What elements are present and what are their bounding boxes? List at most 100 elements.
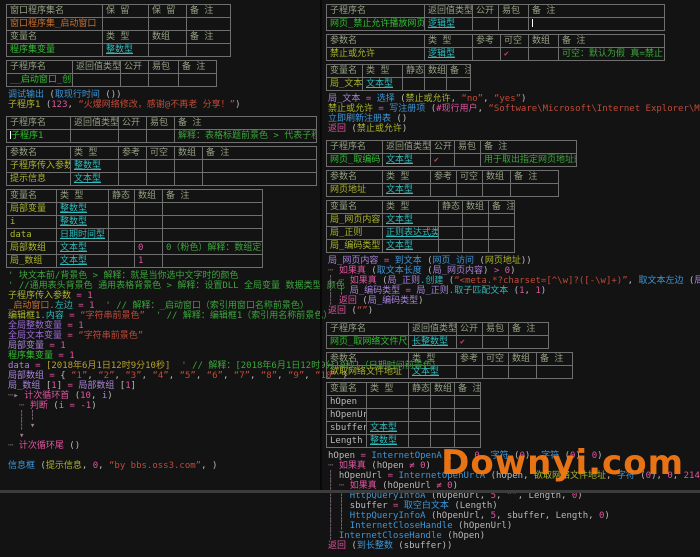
- code-line[interactable]: 返回 (“”): [328, 306, 698, 316]
- table-cell[interactable]: 子程序名: [7, 117, 71, 130]
- code-line[interactable]: ┆ ┆ sbuffer = 取空白文本 (Length): [328, 501, 698, 511]
- code-line[interactable]: ┆ ┄ 如果真 (局_正则.创建 (“<meta.*?charset=[^\w]…: [328, 276, 698, 286]
- table-cell[interactable]: 公开: [119, 117, 147, 130]
- table-cell[interactable]: 备 注: [489, 201, 515, 214]
- table-cell[interactable]: [403, 78, 425, 91]
- table-cell[interactable]: 备 注: [511, 171, 559, 184]
- table-cell[interactable]: [203, 173, 317, 186]
- table-cell[interactable]: 变量名: [327, 65, 363, 78]
- table-cell[interactable]: 文本型: [383, 240, 439, 253]
- table-cell[interactable]: 窗口程序集_启动窗口: [7, 18, 103, 31]
- table-cell[interactable]: 变量名: [327, 383, 367, 396]
- table-cell[interactable]: 局部变量: [7, 203, 57, 216]
- table-cell[interactable]: 易包: [149, 61, 179, 74]
- table-cell[interactable]: 局_编码类型: [327, 240, 383, 253]
- table-cell[interactable]: [149, 44, 187, 57]
- table-cell[interactable]: 变量名: [7, 190, 57, 203]
- table-cell[interactable]: 参考: [457, 353, 483, 366]
- table-cell[interactable]: [439, 227, 463, 240]
- table-cell[interactable]: 类 型: [57, 190, 109, 203]
- table-cell[interactable]: [147, 130, 175, 143]
- table-cell[interactable]: 类 型: [103, 31, 149, 44]
- table-cell[interactable]: [511, 184, 559, 197]
- table-cell[interactable]: 公开: [431, 141, 455, 154]
- table-cell[interactable]: [149, 18, 187, 31]
- table-cell[interactable]: 静态: [109, 190, 135, 203]
- table-cell[interactable]: 备 注: [163, 190, 263, 203]
- table-cell[interactable]: 1: [135, 255, 163, 268]
- table-cell[interactable]: 参数名: [327, 353, 409, 366]
- table-cell[interactable]: 程序集变量: [7, 44, 103, 57]
- table-cell[interactable]: [147, 160, 175, 173]
- table-cell[interactable]: [409, 435, 431, 448]
- table-cell[interactable]: 可空：默认为假 真=禁止 假=允许: [559, 48, 665, 61]
- table-cell[interactable]: 网页_取编码: [327, 154, 383, 167]
- table-cell[interactable]: [463, 227, 489, 240]
- table-cell[interactable]: [473, 18, 499, 31]
- table-cell[interactable]: [473, 48, 501, 61]
- table-cell[interactable]: [179, 74, 217, 87]
- code-line[interactable]: 返回 (禁止或允许): [328, 124, 698, 134]
- code-line[interactable]: 返回 (到长整数 (sbuffer)): [328, 541, 698, 551]
- code-line[interactable]: [8, 451, 320, 461]
- table-cell[interactable]: 整数型: [367, 435, 409, 448]
- table-cell[interactable]: 类 型: [409, 353, 457, 366]
- code-line[interactable]: 全局整数变量 = 1: [8, 321, 320, 331]
- table-cell[interactable]: [109, 242, 135, 255]
- table-cell[interactable]: 整数型: [103, 44, 149, 57]
- table-cell[interactable]: 易包: [483, 323, 509, 336]
- code-line[interactable]: 禁止或允许 = 写注册项 (#现行用户, “Software\Microsoft…: [328, 104, 698, 114]
- table-cell[interactable]: [409, 422, 431, 435]
- table-cell[interactable]: 数组: [135, 190, 163, 203]
- code-line[interactable]: 调试输出 (取现行时间 ()): [8, 90, 320, 100]
- table-cell[interactable]: 静态: [403, 65, 425, 78]
- table-cell[interactable]: 整数型: [71, 160, 119, 173]
- table-cell[interactable]: [119, 130, 147, 143]
- table-cell[interactable]: [409, 409, 431, 422]
- table-cell[interactable]: 备 注: [559, 35, 665, 48]
- table-cell[interactable]: 备 注: [179, 61, 217, 74]
- table-cell[interactable]: hOpen: [327, 396, 367, 409]
- table-cell[interactable]: [455, 396, 481, 409]
- table-cell[interactable]: Length: [327, 435, 367, 448]
- code-line[interactable]: 局_数组 [1] = 局部数组 [1]: [8, 381, 320, 391]
- code-line[interactable]: 立即刷新注册表 (): [328, 114, 698, 124]
- table-cell[interactable]: 子程序名: [7, 61, 73, 74]
- table-cell[interactable]: 可空: [457, 171, 483, 184]
- table-cell[interactable]: 返回值类型: [383, 141, 431, 154]
- table-cell[interactable]: ✔: [457, 336, 483, 349]
- table-cell[interactable]: [529, 48, 559, 61]
- table-cell[interactable]: [163, 255, 263, 268]
- code-line[interactable]: 局部变量 = 1: [8, 341, 320, 351]
- table-cell[interactable]: __启动窗口_创建完毕: [7, 74, 73, 87]
- table-cell[interactable]: [135, 216, 163, 229]
- table-cell[interactable]: [489, 240, 515, 253]
- table-cell[interactable]: 网页_取网络文件尺寸: [327, 336, 409, 349]
- table-cell[interactable]: [203, 160, 317, 173]
- table-cell[interactable]: 用于取出指定网页地址的编码: [481, 154, 577, 167]
- code-line[interactable]: 局_文本 = 选择 (禁止或允许, “no”, “yes”): [328, 94, 698, 104]
- table-cell[interactable]: 局_数组: [7, 255, 57, 268]
- table-cell[interactable]: 类 型: [363, 65, 403, 78]
- table-cell[interactable]: [367, 409, 409, 422]
- table-cell[interactable]: 备 注: [481, 141, 577, 154]
- table-cell[interactable]: 文本型: [383, 214, 439, 227]
- table-cell[interactable]: [121, 74, 149, 87]
- table-cell[interactable]: [455, 154, 481, 167]
- table-cell[interactable]: [409, 396, 431, 409]
- code-line[interactable]: 子程序传入参数 = 1: [8, 291, 320, 301]
- table-cell[interactable]: ✔: [431, 154, 455, 167]
- table-cell[interactable]: 返回值类型: [425, 5, 473, 18]
- table-cell[interactable]: 文本型: [363, 78, 403, 91]
- table-cell[interactable]: [483, 366, 509, 379]
- table-cell[interactable]: [147, 173, 175, 186]
- table-cell[interactable]: [73, 74, 121, 87]
- table-cell[interactable]: 备 注: [447, 65, 471, 78]
- table-cell[interactable]: ✔: [501, 48, 529, 61]
- table-cell[interactable]: 参考: [119, 147, 147, 160]
- code-line[interactable]: 程序集变量 = 1: [8, 351, 320, 361]
- table-cell[interactable]: [119, 173, 147, 186]
- table-cell[interactable]: [431, 409, 455, 422]
- table-cell[interactable]: 数组: [509, 353, 537, 366]
- table-cell[interactable]: 返回值类型: [73, 61, 121, 74]
